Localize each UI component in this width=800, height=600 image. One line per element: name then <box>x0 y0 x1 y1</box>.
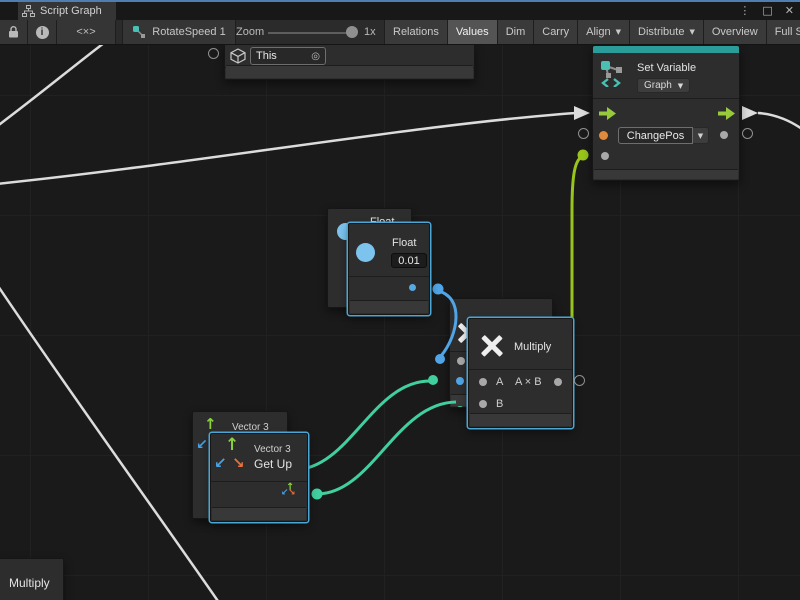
node-title: Float <box>392 237 416 249</box>
code-view-button[interactable]: <×> <box>57 20 116 44</box>
variable-name-dropdown-button[interactable]: ▼ <box>693 127 709 144</box>
toolbar-toggle-group: Relations Values Dim Carry Align ▼ Distr… <box>384 20 800 44</box>
tab-script-graph[interactable]: Script Graph <box>18 2 116 20</box>
variable-name-port-dot[interactable] <box>599 131 608 140</box>
wire-white-top-left[interactable] <box>0 45 104 127</box>
distribute-dropdown-button[interactable]: Distribute ▼ <box>629 20 703 44</box>
port-indicator-circle <box>574 375 585 386</box>
node-title: Multiply <box>9 576 50 590</box>
tab-bar: Script Graph ⋮ □ ✕ <box>0 2 800 20</box>
node-title: Set Variable <box>637 62 696 74</box>
zoom-slider-track[interactable] <box>268 32 352 34</box>
graph-reference-button[interactable]: RotateSpeed 1 <box>122 20 236 44</box>
float-icon <box>356 243 375 262</box>
variable-scope-dropdown[interactable]: Graph ▼ <box>637 78 690 93</box>
node-multiply[interactable]: Multiply A A × B B <box>468 318 573 428</box>
wire-white-into-set-variable[interactable] <box>0 113 576 184</box>
node-footer <box>594 169 738 179</box>
zoom-label: Zoom <box>236 20 264 44</box>
info-icon: i <box>36 26 49 39</box>
float-value-input[interactable]: 0.01 <box>391 253 427 268</box>
multiply-icon <box>479 333 505 359</box>
zoom-value: 1x <box>364 20 376 44</box>
graph-canvas-surface[interactable]: Float ↑ Vector 3 ↙ <box>0 45 800 600</box>
flow-output-port[interactable] <box>718 107 735 120</box>
full-screen-button[interactable]: Full Screen <box>766 20 800 44</box>
chevron-down-icon: ▼ <box>616 28 621 36</box>
flow-input-port[interactable] <box>599 107 616 120</box>
dim-button[interactable]: Dim <box>497 20 534 44</box>
close-icon[interactable]: ✕ <box>785 2 794 20</box>
arrow-down-right-icon: ↘ <box>232 456 245 471</box>
script-graph-asset-icon <box>132 25 146 39</box>
kebab-menu-icon[interactable]: ⋮ <box>739 2 750 20</box>
output-dot[interactable] <box>554 378 562 386</box>
node-title: Multiply <box>514 341 551 353</box>
node-title: Vector 3 <box>254 444 291 455</box>
this-value: This <box>256 50 277 62</box>
node-footer <box>212 507 306 520</box>
object-picker-icon[interactable]: ◎ <box>311 51 320 62</box>
align-dropdown-button[interactable]: Align ▼ <box>577 20 629 44</box>
wire-teal-upper[interactable] <box>293 381 430 470</box>
node-multiply-corner[interactable]: Multiply <box>0 558 64 600</box>
zoom-slider-handle[interactable] <box>346 26 358 38</box>
value-input-dot[interactable] <box>601 152 609 160</box>
node-footer <box>470 413 571 426</box>
arrow-down-left-icon: ↙ <box>214 456 227 471</box>
port-indicator-circle <box>578 128 589 139</box>
graph-toolbar: i <×> RotateSpeed 1 Zoom 1x Relations Va… <box>0 20 800 45</box>
wire-white-diagonal[interactable] <box>0 283 220 600</box>
info-button[interactable]: i <box>28 20 57 44</box>
node-this[interactable]: This ◎ <box>224 45 475 80</box>
wire-white-out-of-set-variable[interactable] <box>758 113 800 132</box>
input-a-dot[interactable] <box>479 378 487 386</box>
window-controls: ⋮ □ ✕ <box>739 2 794 20</box>
node-footer <box>350 300 428 313</box>
chevron-down-icon: ▼ <box>698 132 703 140</box>
maximize-icon[interactable]: □ <box>762 2 772 20</box>
float-output-dot[interactable] <box>409 284 416 291</box>
arrow-up-icon: ↑ <box>225 437 239 454</box>
graph-reference-label: RotateSpeed 1 <box>152 26 225 38</box>
input-b-label: B <box>496 398 503 410</box>
relations-button[interactable]: Relations <box>384 20 447 44</box>
vector3-output-icon[interactable]: ↑ ↙ ↘ <box>281 483 299 501</box>
this-target-field[interactable]: This ◎ <box>250 47 326 65</box>
tab-title: Script Graph <box>40 5 102 17</box>
overview-button[interactable]: Overview <box>703 20 766 44</box>
script-graph-tab-icon <box>22 5 35 17</box>
wire-endpoint-blue <box>435 354 445 364</box>
node-operation: Get Up <box>254 457 292 471</box>
chevron-down-icon: ▼ <box>689 28 694 36</box>
carry-button[interactable]: Carry <box>533 20 577 44</box>
values-button[interactable]: Values <box>447 20 497 44</box>
wire-endpoint-green <box>578 150 589 161</box>
node-footer <box>226 65 473 78</box>
wire-blue-float-to-multiply[interactable] <box>438 291 456 356</box>
value-output-dot[interactable] <box>720 131 728 139</box>
input-b-dot[interactable] <box>479 400 487 408</box>
node-set-variable[interactable]: Set Variable Graph ▼ ChangePos ▼ <box>592 45 740 181</box>
wire-endpoint-blue <box>433 284 444 295</box>
node-vector3-get-up[interactable]: ↑ ↙ ↘ Vector 3 Get Up ↑ ↙ ↘ <box>210 433 308 522</box>
flow-arrowhead-out <box>742 106 758 120</box>
cube-icon <box>230 48 246 64</box>
angle-brackets-icon: <×> <box>76 26 95 38</box>
graph-canvas[interactable]: Float ↑ Vector 3 ↙ <box>0 45 800 600</box>
wire-endpoint-teal <box>312 489 323 500</box>
variable-accent-bar <box>593 46 739 53</box>
lock-button[interactable] <box>0 20 28 44</box>
flow-arrowhead-in <box>574 106 590 120</box>
input-a-label: A <box>496 376 503 388</box>
wire-endpoint-teal <box>428 375 438 385</box>
variable-name-field[interactable]: ChangePos <box>618 127 693 144</box>
output-label: A × B <box>515 376 542 388</box>
set-variable-icon <box>599 59 627 87</box>
node-float[interactable]: Float 0.01 <box>348 223 430 315</box>
chevron-down-icon: ▼ <box>678 82 683 90</box>
port-indicator-circle <box>208 48 219 59</box>
port-indicator-circle <box>742 128 753 139</box>
lock-icon <box>8 26 19 38</box>
